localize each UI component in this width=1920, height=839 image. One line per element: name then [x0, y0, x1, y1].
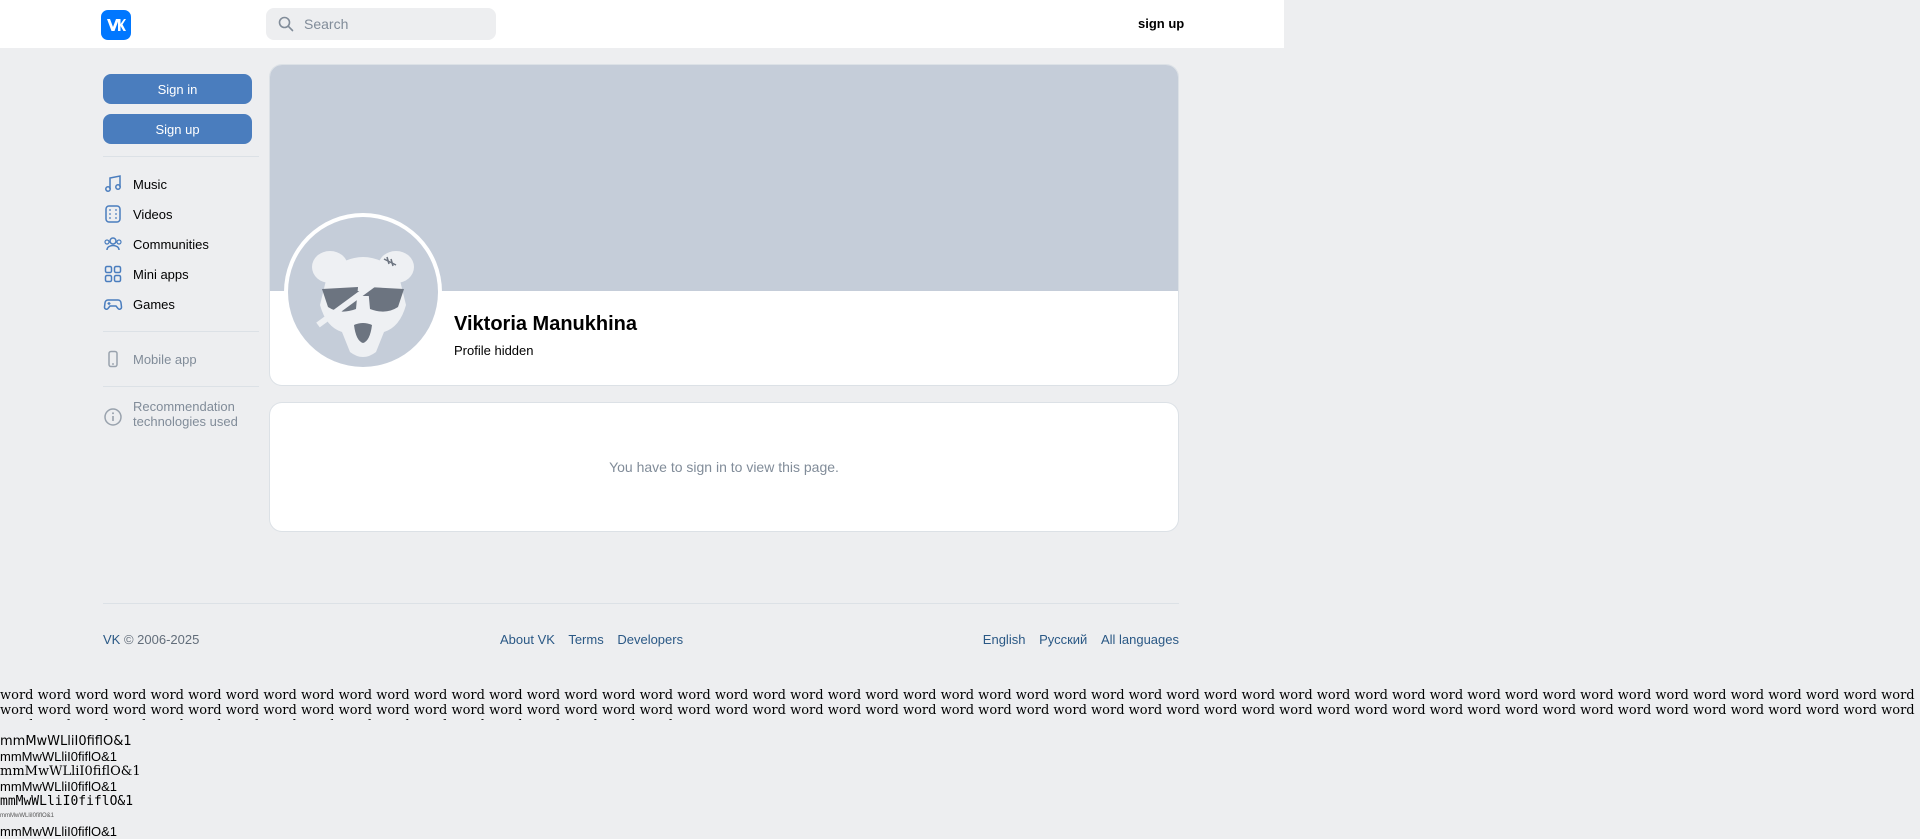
sidebar-item-mini-apps[interactable]: Mini apps: [103, 259, 259, 289]
footer-vk-link[interactable]: VK: [103, 632, 120, 647]
recommendation-line-2: technologies used: [133, 414, 238, 429]
sidebar-item-music[interactable]: Music: [103, 169, 259, 199]
footer-link-terms[interactable]: Terms: [568, 632, 603, 647]
font-sample-line: mmMwWLliI0fiflO&1: [0, 764, 141, 779]
signin-notice-card: You have to sign in to view this page.: [270, 403, 1178, 531]
footer-link-about[interactable]: About VK: [500, 632, 555, 647]
word-text-block: word word word word word word word word …: [0, 688, 1915, 720]
communities-icon: [104, 237, 122, 251]
profile-card: Viktoria Manukhina Profile hidden: [270, 65, 1178, 385]
profile-status: Profile hidden: [454, 343, 534, 358]
sidebar-item-label: Mini apps: [133, 266, 189, 282]
avatar[interactable]: [284, 213, 442, 371]
sidebar-item-label: Games: [133, 296, 175, 312]
mobile-phone-icon: [108, 350, 118, 368]
profile-name: Viktoria Manukhina: [454, 313, 638, 335]
footer-copyright-text: © 2006-2025: [120, 632, 200, 647]
font-samples: mmMwWLliI0fiflO&1 mmMwWLliI0fiflO&1 mmMw…: [0, 734, 141, 839]
mini-apps-icon: [104, 265, 122, 283]
font-sample-line: mmMwWLliI0fiflO&1: [0, 749, 118, 764]
sidebar-item-label: Mobile app: [133, 351, 197, 367]
left-sidebar: Sign in Sign up Music Videos Communities: [103, 74, 259, 429]
sign-in-button[interactable]: Sign in: [103, 74, 252, 104]
footer-languages: English Русский All languages: [983, 632, 1179, 647]
footer-links: About VK Terms Developers: [500, 632, 693, 647]
signin-notice-text: You have to sign in to view this page.: [609, 459, 839, 475]
video-icon: [105, 205, 121, 223]
font-sample-line: mmMwWLliI0fiflO&1: [0, 813, 55, 819]
search-icon: [278, 16, 294, 32]
recommendation-line-1: Recommendation: [133, 399, 235, 414]
font-sample-line: mmMwWLliI0fiflO&1: [0, 779, 118, 794]
font-sample-line: mmMwWLliI0fiflO&1: [0, 824, 118, 839]
sidebar-item-label: Recommendation technologies used: [133, 399, 238, 429]
vk-logo-icon[interactable]: [101, 10, 131, 40]
font-sample-line: mmMwWLliI0fiflO&1: [0, 734, 132, 749]
language-english[interactable]: English: [983, 632, 1026, 647]
sidebar-divider: [103, 386, 259, 387]
sidebar-item-label: Communities: [133, 236, 209, 252]
sign-up-button[interactable]: Sign up: [103, 114, 252, 144]
header-signup-link[interactable]: sign up: [1138, 16, 1184, 31]
sidebar-item-mobile-app[interactable]: Mobile app: [103, 344, 259, 374]
footer-link-developers[interactable]: Developers: [617, 632, 683, 647]
search-input[interactable]: [304, 16, 484, 32]
sidebar-divider: [103, 331, 259, 332]
sidebar-item-videos[interactable]: Videos: [103, 199, 259, 229]
search-box[interactable]: [266, 8, 496, 40]
font-sample-line: mmMwWLliI0fiflO&1: [0, 794, 134, 809]
sidebar-item-games[interactable]: Games: [103, 289, 259, 319]
sidebar-item-communities[interactable]: Communities: [103, 229, 259, 259]
sidebar-item-recommendations[interactable]: Recommendation technologies used: [103, 399, 259, 429]
footer-copyright: VK © 2006-2025: [103, 632, 199, 647]
info-icon: [104, 408, 122, 426]
language-all[interactable]: All languages: [1101, 632, 1179, 647]
sidebar-item-label: Videos: [133, 206, 173, 222]
music-icon: [105, 175, 121, 192]
gamepad-icon: [103, 299, 123, 310]
language-russian[interactable]: Русский: [1039, 632, 1087, 647]
footer-divider: [103, 603, 1179, 604]
top-header: sign up: [0, 0, 1284, 48]
deactivated-avatar-icon: [288, 217, 438, 367]
sidebar-divider: [103, 156, 259, 157]
sidebar-item-label: Music: [133, 176, 167, 192]
